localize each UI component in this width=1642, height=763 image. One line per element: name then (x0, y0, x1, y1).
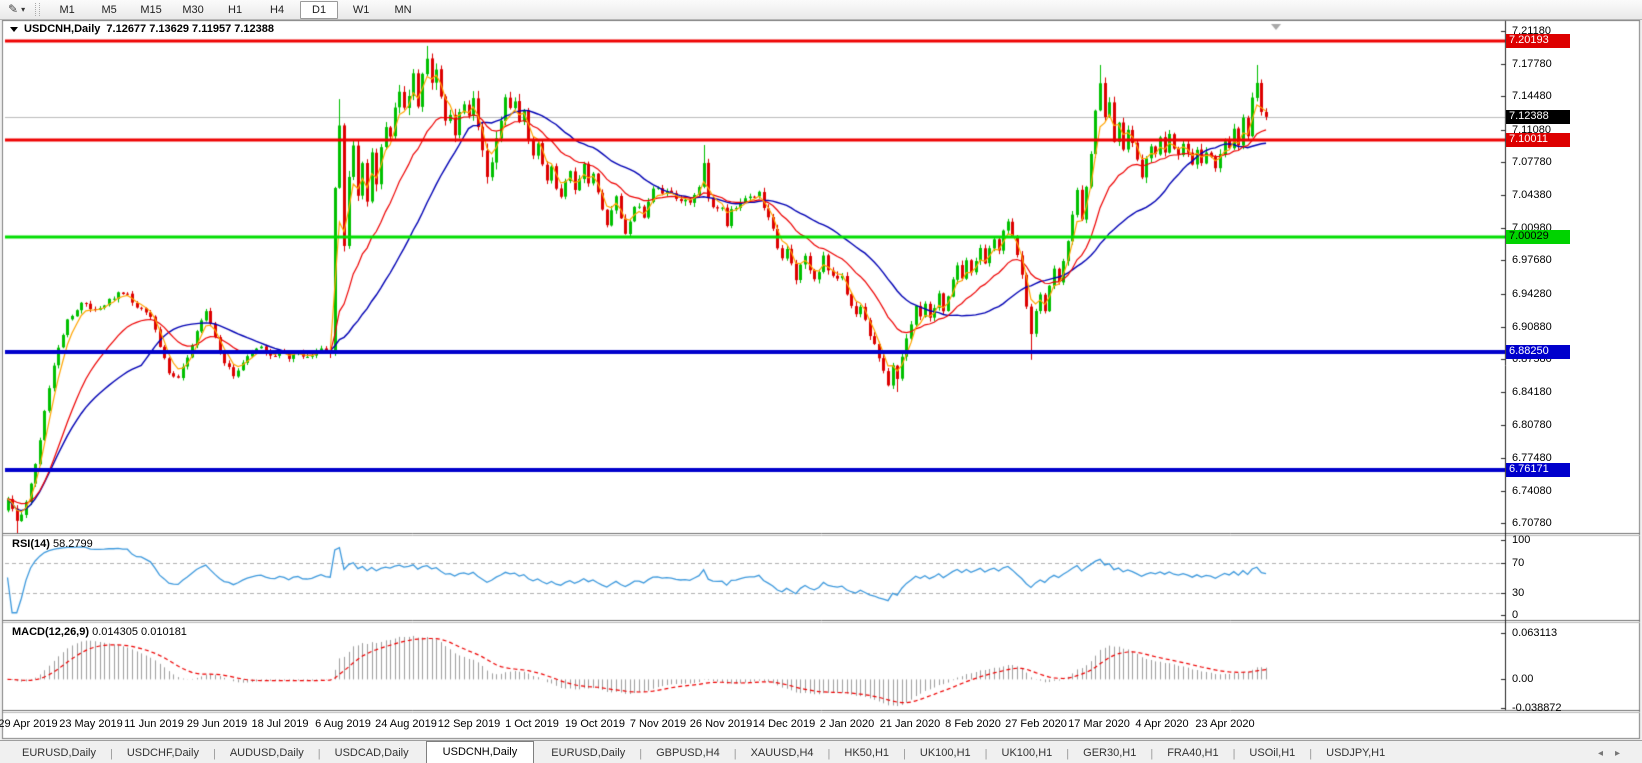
price-badge: 6.76171 (1506, 463, 1570, 477)
date-label: 29 Apr 2019 (0, 718, 58, 730)
date-label: 26 Nov 2019 (690, 718, 752, 730)
price-chart-canvas[interactable] (0, 20, 1642, 740)
date-label: 1 Oct 2019 (505, 718, 559, 730)
price-tick-label: 7.17780 (1512, 58, 1552, 70)
timeframe-button-m1[interactable]: M1 (48, 1, 86, 19)
mt4-chart-screen: ✎ ▾ M1M5M15M30H1H4D1W1MN USDCNH,Daily 7.… (0, 0, 1642, 763)
symbol-tab-usdjpy-h1[interactable]: USDJPY,H1 (1312, 743, 1399, 763)
timeframe-button-w1[interactable]: W1 (342, 1, 380, 19)
price-tick-label: 7.14480 (1512, 90, 1552, 102)
symbol-tab-audusd-daily[interactable]: AUDUSD,Daily (216, 743, 318, 763)
symbol-tab-usdcnh-daily[interactable]: USDCNH,Daily (426, 741, 535, 763)
pencil-icon: ✎ (8, 2, 18, 16)
date-label: 27 Feb 2020 (1005, 718, 1067, 730)
symbol-tab-bar: EURUSD,Daily|USDCHF,Daily|AUDUSD,Daily|U… (0, 740, 1642, 763)
rsi-tick-label: 70 (1512, 557, 1524, 569)
date-label: 21 Jan 2020 (880, 718, 941, 730)
price-badge: 7.00029 (1506, 230, 1570, 244)
price-tick-label: 6.97680 (1512, 254, 1552, 266)
price-badge: 6.88250 (1506, 345, 1570, 359)
date-label: 4 Apr 2020 (1135, 718, 1188, 730)
date-label: 6 Aug 2019 (315, 718, 371, 730)
date-label: 14 Dec 2019 (753, 718, 815, 730)
price-tick-label: 6.84180 (1512, 386, 1552, 398)
timeframe-button-m30[interactable]: M30 (174, 1, 212, 19)
symbol-tab-usoil-h1[interactable]: USOil,H1 (1235, 743, 1309, 763)
macd-label: MACD(12,26,9) 0.014305 0.010181 (12, 626, 187, 638)
symbol-tab-hk50-h1[interactable]: HK50,H1 (830, 743, 903, 763)
symbol-tab-uk100-h1[interactable]: UK100,H1 (988, 743, 1067, 763)
rsi-tick-label: 0 (1512, 609, 1518, 621)
symbol-tab-eurusd-daily[interactable]: EURUSD,Daily (537, 743, 639, 763)
macd-signal-value: 0.010181 (141, 626, 187, 638)
chart-dropdown-icon[interactable] (10, 27, 18, 32)
date-label: 7 Nov 2019 (630, 718, 686, 730)
date-label: 23 Apr 2020 (1195, 718, 1254, 730)
date-label: 8 Feb 2020 (945, 718, 1001, 730)
symbol-tab-fra40-h1[interactable]: FRA40,H1 (1153, 743, 1232, 763)
date-label: 17 Mar 2020 (1068, 718, 1130, 730)
chevron-down-icon: ▾ (21, 5, 25, 14)
date-label: 19 Oct 2019 (565, 718, 625, 730)
tab-scroll-arrows[interactable]: ◂▸ (1598, 748, 1632, 759)
chart-title: USDCNH,Daily 7.12677 7.13629 7.11957 7.1… (10, 23, 274, 35)
symbol-tab-xauusd-h4[interactable]: XAUUSD,H4 (737, 743, 828, 763)
timeframe-buttons: M1M5M15M30H1H4D1W1MN (46, 1, 424, 19)
price-tick-label: 6.94280 (1512, 288, 1552, 300)
price-badge: 7.10011 (1506, 133, 1570, 147)
symbol-tab-usdcad-daily[interactable]: USDCAD,Daily (321, 743, 423, 763)
date-label: 11 Jun 2019 (124, 718, 184, 730)
macd-tick-label: 0.00 (1512, 673, 1533, 685)
chart-ohlc-values: 7.12677 7.13629 7.11957 7.12388 (106, 23, 274, 35)
scroll-left-icon[interactable]: ◂ (1598, 748, 1615, 759)
date-label: 18 Jul 2019 (252, 718, 309, 730)
macd-name: MACD(12,26,9) (12, 626, 89, 638)
timeframe-button-d1[interactable]: D1 (300, 1, 338, 19)
date-label: 2 Jan 2020 (820, 718, 874, 730)
date-label: 29 Jun 2019 (187, 718, 248, 730)
timeframe-button-mn[interactable]: MN (384, 1, 422, 19)
timeframe-button-m15[interactable]: M15 (132, 1, 170, 19)
date-label: 24 Aug 2019 (375, 718, 437, 730)
price-tick-label: 6.74080 (1512, 485, 1552, 497)
rsi-label: RSI(14) 58.2799 (12, 538, 93, 550)
rsi-value: 58.2799 (53, 538, 93, 550)
timeframe-toolbar: ✎ ▾ M1M5M15M30H1H4D1W1MN (0, 0, 1642, 20)
price-tick-label: 6.80780 (1512, 419, 1552, 431)
date-label: 23 May 2019 (59, 718, 123, 730)
scroll-right-icon[interactable]: ▸ (1615, 748, 1632, 759)
macd-value: 0.014305 (92, 626, 138, 638)
drawing-tool-icon[interactable]: ✎ ▾ (0, 0, 33, 19)
chart-window: USDCNH,Daily 7.12677 7.13629 7.11957 7.1… (0, 20, 1642, 740)
rsi-tick-label: 30 (1512, 587, 1524, 599)
price-tick-label: 7.04380 (1512, 189, 1552, 201)
timeframe-button-h1[interactable]: H1 (216, 1, 254, 19)
price-badge: 7.20193 (1506, 34, 1570, 48)
macd-tick-label: 0.063113 (1512, 627, 1557, 639)
symbol-tab-eurusd-daily[interactable]: EURUSD,Daily (8, 743, 110, 763)
date-label: 12 Sep 2019 (438, 718, 500, 730)
macd-tick-label: -0.038872 (1512, 702, 1562, 714)
symbol-tab-gbpusd-h4[interactable]: GBPUSD,H4 (642, 743, 734, 763)
price-tick-label: 7.07780 (1512, 156, 1552, 168)
symbol-tab-uk100-h1[interactable]: UK100,H1 (906, 743, 985, 763)
timeframe-button-m5[interactable]: M5 (90, 1, 128, 19)
symbol-tab-usdchf-daily[interactable]: USDCHF,Daily (113, 743, 213, 763)
timeframe-button-h4[interactable]: H4 (258, 1, 296, 19)
chart-symbol-label: USDCNH,Daily (24, 23, 100, 35)
price-badge: 7.12388 (1506, 110, 1570, 124)
symbol-tab-ger30-h1[interactable]: GER30,H1 (1069, 743, 1150, 763)
rsi-tick-label: 100 (1512, 534, 1530, 546)
price-tick-label: 6.70780 (1512, 517, 1552, 529)
rsi-name: RSI(14) (12, 538, 50, 550)
toolbar-grip (35, 3, 40, 16)
price-tick-label: 6.90880 (1512, 321, 1552, 333)
